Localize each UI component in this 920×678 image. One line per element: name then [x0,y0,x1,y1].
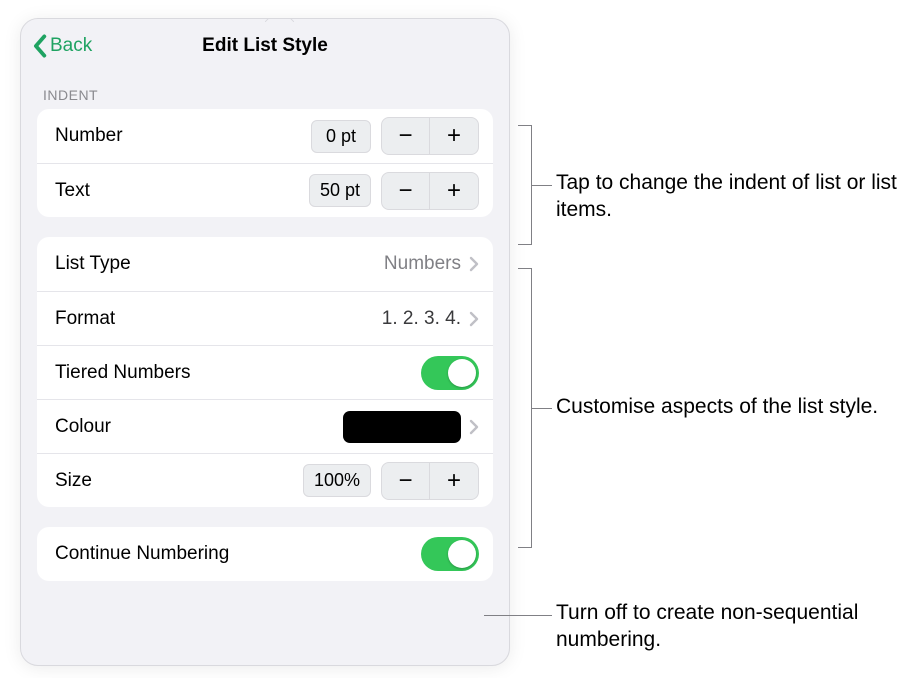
row-tiered-numbers: Tiered Numbers [37,345,493,399]
callout-bracket [518,268,532,548]
number-indent-stepper: − + [381,117,479,155]
callout-custom: Customise aspects of the list style. [556,394,878,421]
text-indent-decrement[interactable]: − [382,173,430,209]
chevron-right-icon [469,311,479,327]
indent-group: Number 0 pt − + Text 50 pt − + [37,109,493,217]
callout-bracket [518,125,532,245]
size-stepper: − + [381,462,479,500]
back-button[interactable]: Back [31,19,92,73]
continue-numbering-label: Continue Numbering [55,543,421,565]
number-indent-increment[interactable]: + [430,118,478,154]
size-label: Size [55,470,303,492]
chevron-left-icon [31,34,48,58]
callout-layer: Tap to change the indent of list or list… [510,18,908,678]
edit-list-style-panel: Back Edit List Style Indent Number 0 pt … [20,18,510,666]
row-colour[interactable]: Colour [37,399,493,453]
text-indent-value: 50 pt [309,174,371,207]
number-indent-decrement[interactable]: − [382,118,430,154]
text-indent-increment[interactable]: + [430,173,478,209]
colour-swatch [343,411,461,443]
number-indent-value: 0 pt [311,120,371,153]
callout-indent: Tap to change the indent of list or list… [556,170,908,224]
text-indent-stepper: − + [381,172,479,210]
callout-line [532,408,552,409]
number-indent-label: Number [55,125,311,147]
style-group: List Type Numbers Format 1. 2. 3. 4. Tie… [37,237,493,507]
list-type-value: Numbers [384,253,461,275]
callout-continue: Turn off to create non-sequential number… [556,600,908,654]
row-continue-numbering: Continue Numbering [37,527,493,581]
tiered-numbers-toggle[interactable] [421,356,479,390]
continue-numbering-toggle[interactable] [421,537,479,571]
nav-bar: Back Edit List Style [21,19,509,73]
format-value: 1. 2. 3. 4. [382,308,461,330]
colour-label: Colour [55,416,343,438]
callout-line [484,615,552,616]
row-text-indent: Text 50 pt − + [37,163,493,217]
row-list-type[interactable]: List Type Numbers [37,237,493,291]
callout-line [532,185,552,186]
format-label: Format [55,308,382,330]
size-decrement[interactable]: − [382,463,430,499]
continue-group: Continue Numbering [37,527,493,581]
row-number-indent: Number 0 pt − + [37,109,493,163]
chevron-right-icon [469,256,479,272]
text-indent-label: Text [55,180,309,202]
row-size: Size 100% − + [37,453,493,507]
back-label: Back [50,35,92,57]
size-value: 100% [303,464,371,497]
tiered-numbers-label: Tiered Numbers [55,362,421,384]
chevron-right-icon [469,419,479,435]
list-type-label: List Type [55,253,384,275]
row-format[interactable]: Format 1. 2. 3. 4. [37,291,493,345]
section-header-indent: Indent [21,73,509,109]
size-increment[interactable]: + [430,463,478,499]
page-title: Edit List Style [202,35,328,57]
